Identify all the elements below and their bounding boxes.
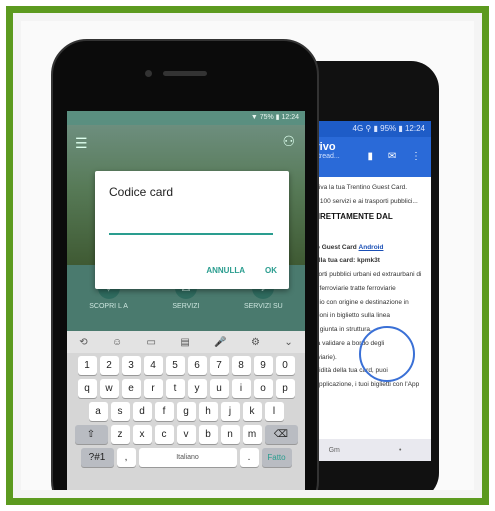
- tile-label: SCOPRI L A: [89, 303, 128, 310]
- highlight-circle: [359, 326, 415, 382]
- keyboard-row-numbers: 1 2 3 4 5 6 7 8 9 0: [69, 356, 303, 375]
- key[interactable]: f: [154, 402, 174, 421]
- photo-area: 4G ⚲ ▮ 95% ▮ 12:24 arrivo ...@tread... ▮…: [21, 21, 474, 490]
- key[interactable]: 6: [187, 356, 207, 375]
- comma-key[interactable]: ,: [116, 448, 136, 467]
- key[interactable]: e: [121, 379, 141, 398]
- key[interactable]: g: [176, 402, 196, 421]
- key[interactable]: k: [242, 402, 262, 421]
- email-line: linee ferroviarie tratte ferroviarie: [304, 284, 396, 292]
- sticker-icon[interactable]: ▭: [147, 337, 156, 348]
- key[interactable]: 8: [231, 356, 251, 375]
- key[interactable]: j: [220, 402, 240, 421]
- status-bar: ▼ 75% ▮ 12:24: [67, 111, 305, 125]
- key[interactable]: 7: [209, 356, 229, 375]
- card-code-dialog: Codice card ANNULLA OK: [95, 171, 289, 289]
- settings-icon[interactable]: ⚙: [251, 337, 260, 348]
- key[interactable]: q: [77, 379, 97, 398]
- keyboard-row-space: ?#1 , Italiano . Fatto: [69, 448, 303, 467]
- key[interactable]: 0: [275, 356, 295, 375]
- emoji-icon[interactable]: ☺: [112, 337, 122, 348]
- keyboard-toolbar: ⟲ ☺ ▭ ▤ 🎤 ⚙ ⌄: [67, 331, 305, 353]
- mic-icon[interactable]: 🎤: [214, 337, 226, 348]
- email-actions[interactable]: ▮ ✉ ⋮: [368, 151, 427, 162]
- keyboard-row-top: q w e r t y u i o p: [69, 379, 303, 398]
- email-line: trasporti pubblici urbani ed extraurbani…: [304, 271, 422, 278]
- email-heading: D DIRETTAMENTE DAL: [304, 211, 393, 221]
- key[interactable]: t: [165, 379, 185, 398]
- period-key[interactable]: .: [239, 448, 259, 467]
- cancel-button[interactable]: ANNULLA: [206, 266, 245, 275]
- key[interactable]: w: [99, 379, 119, 398]
- front-phone: ▼ 75% ▮ 12:24 ☰ ⚇ ✧ SCOPRI L A ✉ SERVIZI…: [51, 39, 319, 490]
- key[interactable]: v: [176, 425, 196, 444]
- keyboard-row-bottom: ⇧ z x c v b n m ⌫: [69, 425, 303, 444]
- dialog-title: Codice card: [109, 185, 174, 199]
- dialog-buttons: ANNULLA OK: [206, 266, 277, 275]
- key[interactable]: a: [88, 402, 108, 421]
- key[interactable]: 4: [143, 356, 163, 375]
- image-frame: 4G ⚲ ▮ 95% ▮ 12:24 arrivo ...@tread... ▮…: [6, 6, 489, 505]
- key[interactable]: 2: [99, 356, 119, 375]
- key[interactable]: x: [132, 425, 152, 444]
- key[interactable]: 9: [253, 356, 273, 375]
- collapse-icon[interactable]: ⌄: [284, 337, 292, 348]
- key[interactable]: c: [154, 425, 174, 444]
- key[interactable]: 1: [77, 356, 97, 375]
- key[interactable]: p: [275, 379, 295, 398]
- backspace-key[interactable]: ⌫: [264, 425, 298, 444]
- key[interactable]: r: [143, 379, 163, 398]
- email-line: Oltre 100 servizi e ai trasporti pubblic…: [304, 197, 418, 205]
- tile-label: SERVIZI: [172, 303, 200, 310]
- key[interactable]: n: [220, 425, 240, 444]
- hamburger-icon[interactable]: ☰: [75, 135, 88, 152]
- email-line: dall'applicazione, i tuoi biglietti con …: [304, 381, 420, 388]
- key[interactable]: d: [132, 402, 152, 421]
- gif-icon[interactable]: ▤: [180, 337, 189, 348]
- android-link[interactable]: Android: [359, 244, 384, 251]
- done-key[interactable]: Fatto: [261, 448, 292, 467]
- email-line: Valle giunta in struttura.: [304, 326, 372, 333]
- key[interactable]: i: [231, 379, 251, 398]
- app-screen: ▼ 75% ▮ 12:24 ☰ ⚇ ✧ SCOPRI L A ✉ SERVIZI…: [67, 111, 305, 490]
- ok-button[interactable]: OK: [265, 266, 277, 275]
- key[interactable]: o: [253, 379, 273, 398]
- key[interactable]: y: [187, 379, 207, 398]
- bottom-label[interactable]: Gm: [329, 447, 340, 454]
- email-line: Ti arriva la tua Trentino Guest Card.: [304, 184, 408, 191]
- keyboard: 1 2 3 4 5 6 7 8 9 0 q w e r t y u i o p …: [67, 353, 305, 490]
- key[interactable]: 5: [165, 356, 185, 375]
- key[interactable]: h: [198, 402, 218, 421]
- key[interactable]: s: [110, 402, 130, 421]
- email-heading: NE!: [304, 227, 426, 239]
- card-code-input[interactable]: [109, 215, 273, 235]
- shift-key[interactable]: ⇧: [74, 425, 108, 444]
- email-line: riduzioni in biglietto sulla linea: [304, 312, 390, 320]
- space-key[interactable]: Italiano: [138, 448, 237, 467]
- card-code: kpmk3t: [357, 257, 380, 265]
- bottom-label[interactable]: •: [399, 447, 401, 454]
- key[interactable]: z: [110, 425, 130, 444]
- tile-label: SERVIZI SU: [243, 303, 283, 310]
- key[interactable]: m: [242, 425, 262, 444]
- symbols-key[interactable]: ?#1: [80, 448, 114, 467]
- user-icon[interactable]: ⚇: [282, 133, 295, 150]
- key[interactable]: 3: [121, 356, 141, 375]
- key[interactable]: u: [209, 379, 229, 398]
- key[interactable]: l: [264, 402, 284, 421]
- rotate-icon[interactable]: ⟲: [79, 337, 87, 348]
- email-line: viaggio con origine e destinazione in: [304, 298, 409, 306]
- keyboard-row-middle: a s d f g h j k l: [69, 402, 303, 421]
- camera-icon: [145, 70, 152, 77]
- speaker-grille: [163, 71, 207, 76]
- key[interactable]: b: [198, 425, 218, 444]
